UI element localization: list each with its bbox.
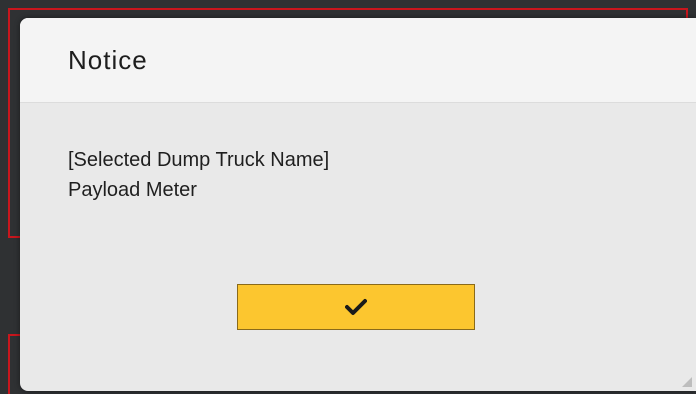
confirm-button[interactable]: [237, 284, 475, 330]
dialog-header: Notice: [20, 18, 696, 103]
dialog-title: Notice: [68, 44, 148, 75]
message-line-2: Payload Meter: [68, 179, 197, 201]
message-line-1: [Selected Dump Truck Name]: [68, 149, 330, 171]
checkmark-icon: [345, 299, 367, 315]
notice-dialog: Notice [Selected Dump Truck Name] Payloa…: [20, 18, 696, 391]
dialog-message: [Selected Dump Truck Name] Payload Meter: [20, 103, 696, 205]
highlight-frame-secondary: [8, 334, 20, 394]
resize-corner: [682, 377, 692, 387]
